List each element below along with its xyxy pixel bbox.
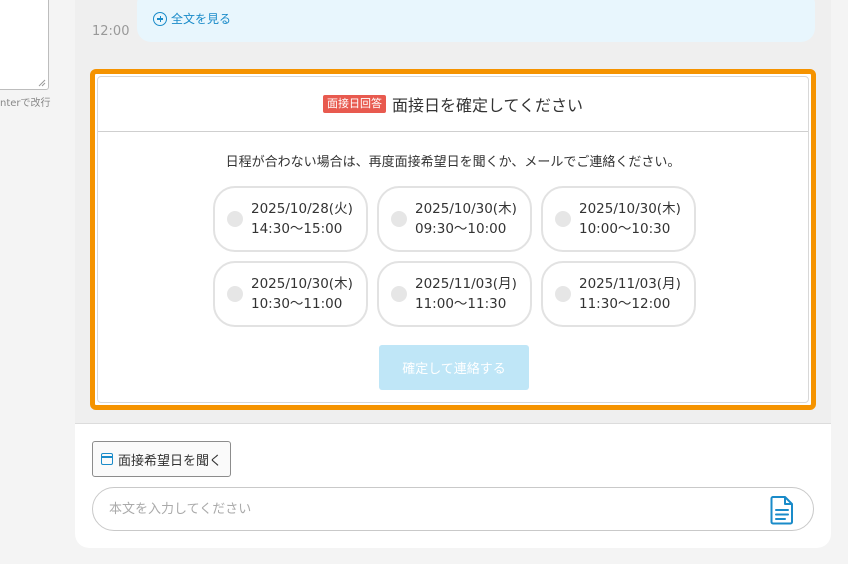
slot-date: 2025/10/30(木) <box>251 276 353 292</box>
message-bubble <box>137 0 815 42</box>
confirm-card-inner: 面接日回答 面接日を確定してください 日程が合わない場合は、再度面接希望日を聞く… <box>97 76 809 403</box>
slot-option[interactable]: 2025/11/03(月) 11:00〜11:30 <box>377 261 532 327</box>
side-textarea[interactable] <box>0 0 49 90</box>
slot-date: 2025/10/30(木) <box>579 201 681 217</box>
slot-date: 2025/11/03(月) <box>415 276 517 292</box>
slot-option[interactable]: 2025/11/03(月) 11:30〜12:00 <box>541 261 696 327</box>
slot-date: 2025/11/03(月) <box>579 276 681 292</box>
card-title: 面接日を確定してください <box>391 96 584 115</box>
slot-grid: 2025/10/28(火) 14:30〜15:00 2025/10/30(木) … <box>213 186 696 327</box>
read-more-link[interactable]: 全文を見る <box>153 10 231 27</box>
slot-date: 2025/10/30(木) <box>415 201 517 217</box>
confirm-send-button[interactable]: 確定して連絡する <box>379 345 529 390</box>
slot-time: 09:30〜10:00 <box>415 221 507 237</box>
compose-area: 面接希望日を聞く <box>75 423 831 548</box>
slot-option[interactable]: 2025/10/30(木) 09:30〜10:00 <box>377 186 532 252</box>
slot-time: 11:00〜11:30 <box>415 296 507 312</box>
calendar-icon <box>101 453 113 465</box>
slot-time: 10:00〜10:30 <box>579 221 671 237</box>
radio-button[interactable] <box>391 211 407 227</box>
slot-option[interactable]: 2025/10/28(火) 14:30〜15:00 <box>213 186 368 252</box>
slot-time: 11:30〜12:00 <box>579 296 671 312</box>
slot-option[interactable]: 2025/10/30(木) 10:30〜11:00 <box>213 261 368 327</box>
template-document-icon[interactable] <box>769 495 795 525</box>
radio-button[interactable] <box>555 286 571 302</box>
read-more-label: 全文を見る <box>171 12 232 26</box>
radio-button[interactable] <box>555 211 571 227</box>
plus-circle-icon <box>153 11 167 26</box>
slot-time: 10:30〜11:00 <box>251 296 343 312</box>
message-input[interactable] <box>92 487 814 531</box>
confirm-interview-card: 面接日回答 面接日を確定してください 日程が合わない場合は、再度面接希望日を聞く… <box>90 69 816 410</box>
slot-option[interactable]: 2025/10/30(木) 10:00〜10:30 <box>541 186 696 252</box>
ask-button-label: 面接希望日を聞く <box>118 453 223 469</box>
slot-time: 14:30〜15:00 <box>251 221 343 237</box>
message-time: 12:00 <box>92 24 130 39</box>
radio-button[interactable] <box>227 211 243 227</box>
card-note: 日程が合わない場合は、再度面接希望日を聞くか、メールでご連絡ください。 <box>225 155 681 170</box>
enter-hint: nterで改行 <box>0 98 51 109</box>
radio-button[interactable] <box>391 286 407 302</box>
card-header: 面接日回答 面接日を確定してください <box>98 77 808 132</box>
ask-preferred-date-button[interactable]: 面接希望日を聞く <box>92 441 232 477</box>
radio-button[interactable] <box>227 286 243 302</box>
interview-reply-tag: 面接日回答 <box>322 95 386 113</box>
resize-grip-icon[interactable] <box>38 79 46 87</box>
slot-date: 2025/10/28(火) <box>251 201 353 217</box>
